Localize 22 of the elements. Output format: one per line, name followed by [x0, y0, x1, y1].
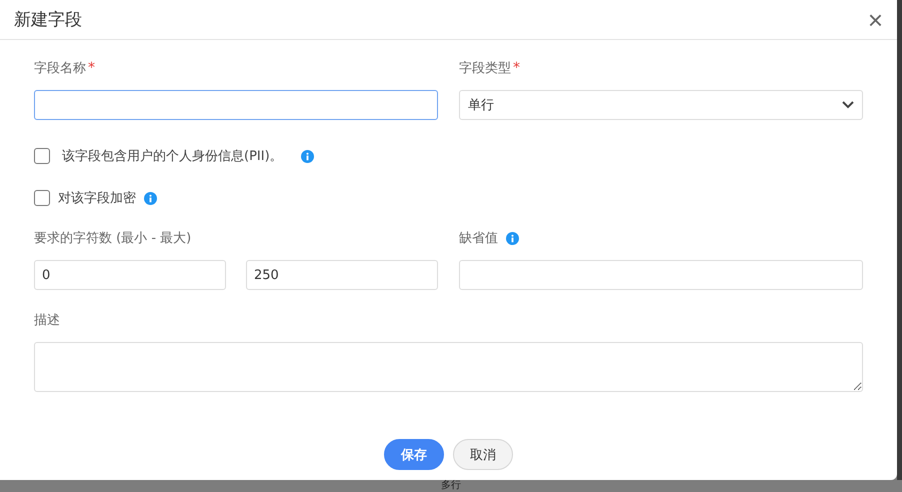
required-mark: *: [513, 60, 520, 76]
field-label: 描述: [34, 312, 60, 329]
type-select[interactable]: 单行: [459, 90, 863, 120]
field-label: 缺省值: [459, 230, 498, 247]
checkbox-label: 对该字段加密: [58, 190, 136, 207]
field-label: 字段名称: [34, 60, 86, 77]
min-input[interactable]: 0: [34, 260, 226, 290]
chevron-icon: [842, 101, 854, 109]
field-label: 字段类型: [459, 60, 511, 77]
save-button[interactable]: 保存: [384, 439, 444, 470]
backdrop-text: 多行: [441, 480, 461, 492]
cancel-button[interactable]: 取消: [453, 439, 513, 470]
close-button[interactable]: ×: [868, 6, 883, 32]
required-mark: *: [88, 60, 95, 76]
checkbox[interactable]: [34, 190, 50, 206]
checkbox[interactable]: [34, 148, 50, 164]
description-field[interactable]: [34, 342, 863, 392]
max-input[interactable]: 250: [246, 260, 438, 290]
field-label: 要求的字符数 (最小 - 最大): [34, 230, 192, 247]
dialog-title: 新建字段: [14, 9, 82, 31]
checkbox-label: 该字段包含用户的个人身份信息(PII)。: [62, 148, 283, 165]
input-field[interactable]: [34, 90, 438, 120]
